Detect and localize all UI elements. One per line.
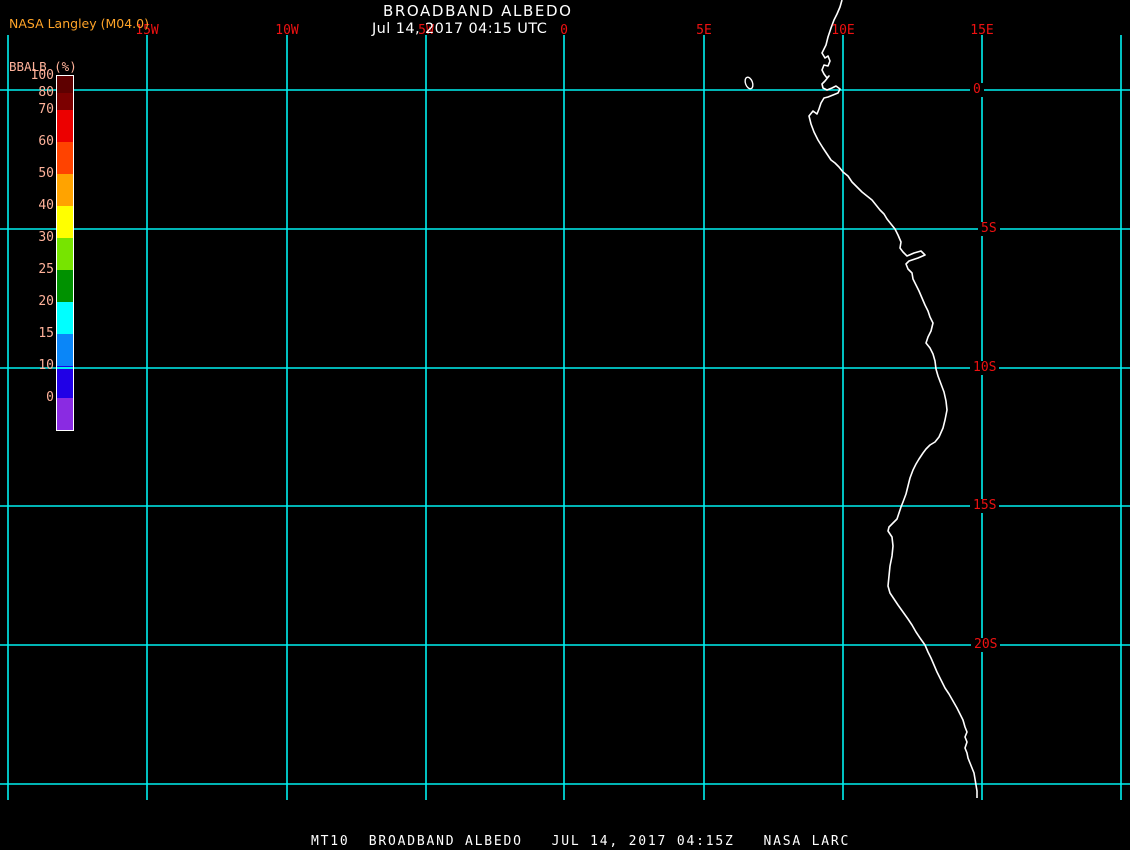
colorbar-tick-label: 50 — [38, 166, 54, 181]
colorbar-tick-label: 25 — [38, 262, 54, 277]
coastline-path — [808, 0, 978, 798]
longitude-label: 0 — [560, 23, 568, 38]
colorbar-segment — [57, 142, 73, 174]
colorbar-tick-label: 30 — [38, 230, 54, 245]
parallel-line-overlay — [57, 367, 73, 369]
longitude-label: 10E — [831, 23, 855, 38]
colorbar-tick-label: 100 — [30, 68, 54, 83]
colorbar-segment — [57, 238, 73, 270]
latitude-label: 0 — [970, 83, 984, 97]
map-canvas — [0, 0, 1130, 800]
longitude-label: 15E — [970, 23, 994, 38]
colorbar-tick-label: 60 — [38, 134, 54, 149]
latitude-label: 20S — [971, 638, 1001, 652]
colorbar-segment — [57, 174, 73, 206]
latitude-label: 10S — [970, 361, 1000, 375]
latitude-label: 5S — [978, 222, 1000, 236]
colorbar-segment — [57, 110, 73, 142]
page-title: BROADBAND ALBEDO — [383, 2, 573, 20]
colorbar-segment — [57, 270, 73, 302]
colorbar-tick-label: 70 — [38, 102, 54, 117]
longitude-label: 5E — [696, 23, 712, 38]
colorbar-tick-label: 80 — [38, 85, 54, 100]
longitude-label: 10W — [275, 23, 299, 38]
albedo-map-viewport: 15W 10W 5W 0 5E 10E 15E 0 5S 10S 15S 20S NASA Lang… — [0, 0, 1130, 850]
colorbar-segment — [57, 366, 73, 398]
colorbar-tick-label: 40 — [38, 198, 54, 213]
colorbar — [56, 75, 74, 431]
island-outline — [744, 76, 754, 90]
colorbar-segment — [57, 206, 73, 238]
colorbar-segment — [57, 93, 73, 110]
colorbar-segment — [57, 334, 73, 366]
colorbar-segment — [57, 398, 73, 430]
colorbar-tick-label: 20 — [38, 294, 54, 309]
colorbar-tick-label: 0 — [46, 390, 54, 405]
footer-caption: MT10 BROADBAND ALBEDO JUL 14, 2017 04:15… — [311, 834, 851, 849]
latitude-label: 15S — [970, 499, 1000, 513]
colorbar-segment — [57, 302, 73, 334]
credit-label: NASA Langley (M04.0) — [9, 16, 149, 31]
colorbar-tick-label: 15 — [38, 326, 54, 341]
colorbar-segment — [57, 76, 73, 93]
colorbar-tick-label: 10 — [38, 358, 54, 373]
timestamp-label: Jul 14, 2017 04:15 UTC — [372, 21, 548, 37]
